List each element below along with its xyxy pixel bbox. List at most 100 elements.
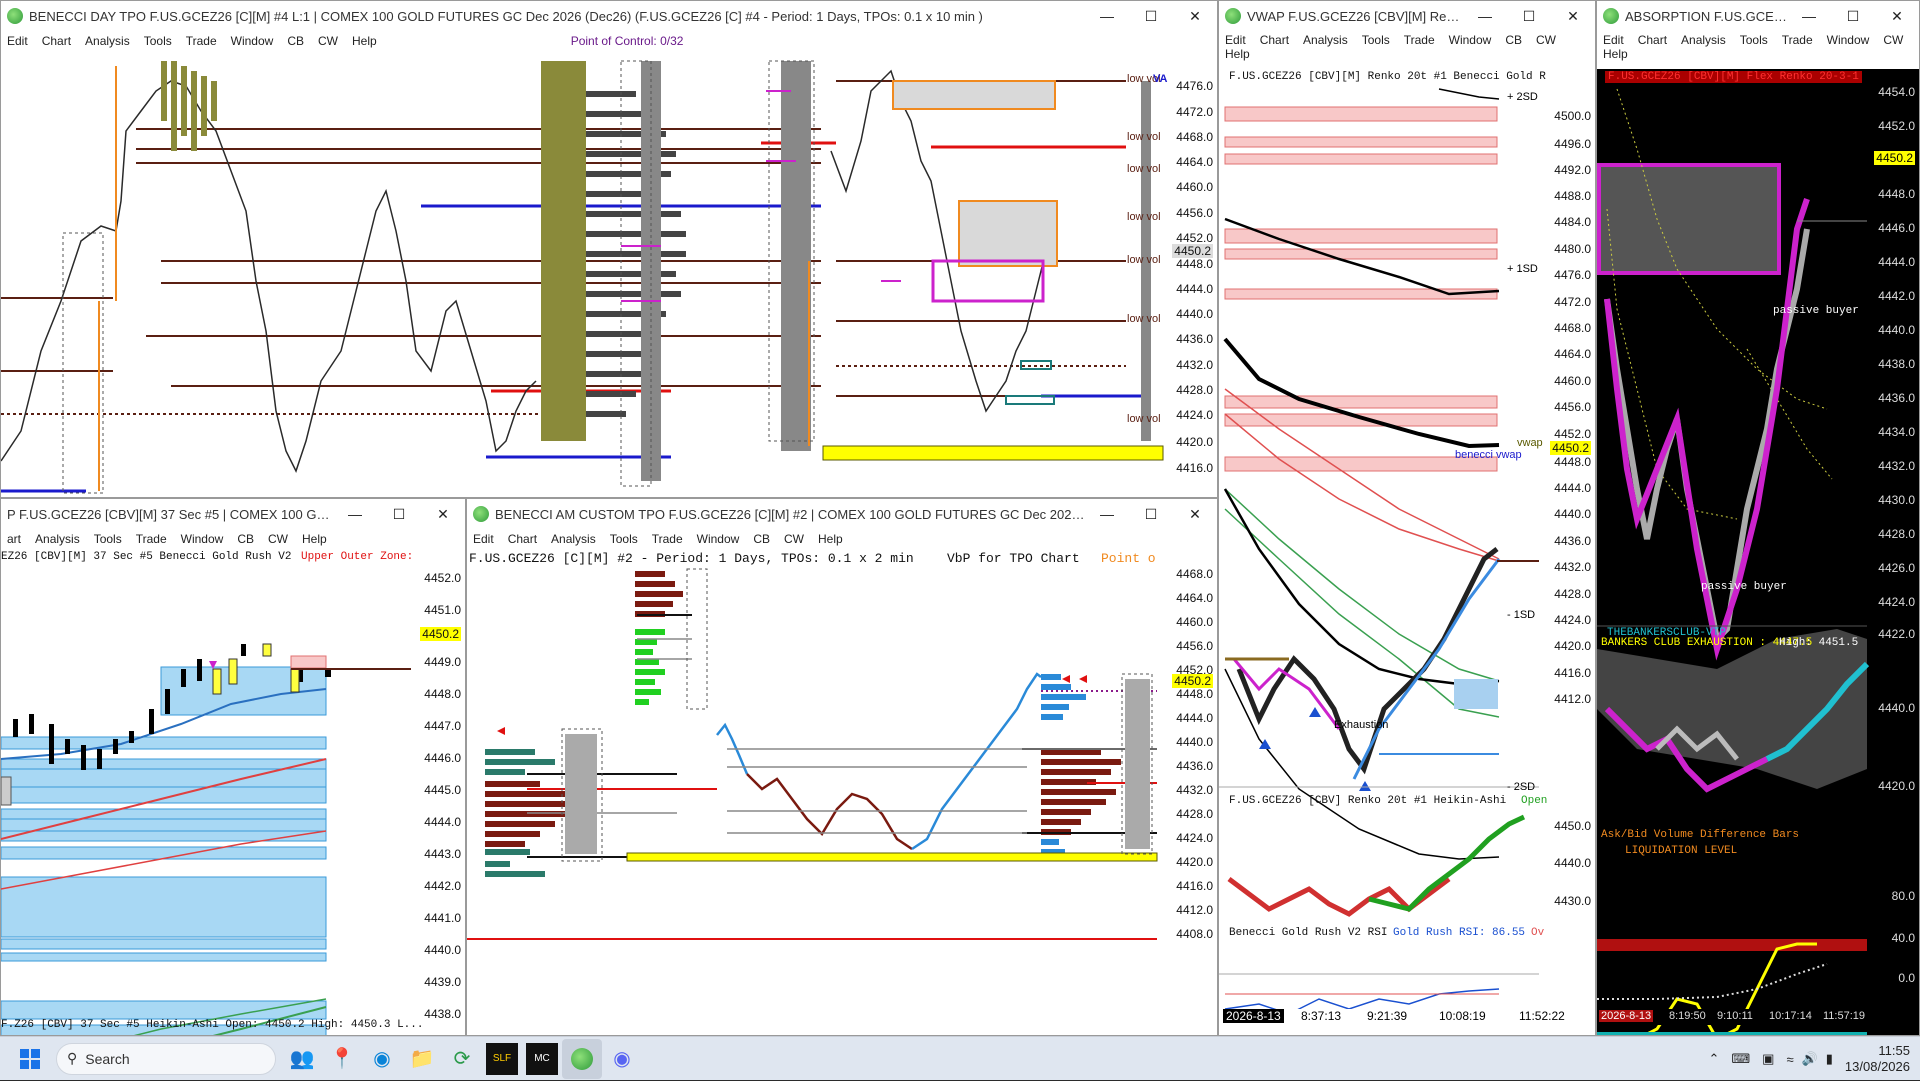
minimize-icon[interactable]: — <box>333 506 377 522</box>
clock[interactable]: 11:55 13/08/2026 <box>1845 1043 1910 1075</box>
menu-analysis[interactable]: Analysis <box>551 532 596 546</box>
minimize-icon[interactable]: — <box>1463 8 1507 24</box>
volume-icon[interactable]: 🔊 <box>1802 1051 1818 1067</box>
gray-zone-top <box>892 80 1056 110</box>
maps-icon[interactable]: 📍 <box>322 1039 362 1079</box>
menu-analysis[interactable]: Analysis <box>1303 33 1348 47</box>
keyboard-icon[interactable]: ⌨ <box>1731 1051 1750 1067</box>
price-axis[interactable]: 4500.0 4496.0 4492.0 4488.0 4484.0 4480.… <box>1539 69 1595 1035</box>
menu-window[interactable]: Window <box>231 34 274 48</box>
menu-help[interactable]: Help <box>352 34 377 48</box>
red-zone <box>290 655 327 669</box>
menu-window[interactable]: Window <box>1827 33 1870 47</box>
close-icon[interactable]: ✕ <box>421 506 465 523</box>
menu-cb[interactable]: CB <box>753 532 770 546</box>
menu-cw[interactable]: CW <box>1536 33 1556 47</box>
mc-app-icon[interactable]: MC <box>526 1042 558 1075</box>
price-axis[interactable]: 4452.0 4451.0 4450.2 4449.0 4448.0 4447.… <box>409 549 465 1035</box>
minimize-icon[interactable]: — <box>1085 506 1129 522</box>
edge-browser-icon[interactable]: ◉ <box>362 1039 402 1079</box>
absorption-titlebar[interactable]: ABSORPTION F.US.GCEZ26... — ☐ ✕ <box>1597 1 1919 31</box>
wifi-icon[interactable]: ≈ <box>1786 1052 1793 1067</box>
price-axis[interactable]: 4476.0 4472.0 4468.0 4464.0 4460.0 4456.… <box>1165 51 1217 497</box>
menu-cw[interactable]: CW <box>784 532 804 546</box>
maximize-icon[interactable]: ☐ <box>1831 8 1875 25</box>
close-icon[interactable]: ✕ <box>1173 8 1217 25</box>
slf-app-icon[interactable]: SLF <box>486 1042 518 1075</box>
menu-help[interactable]: Help <box>818 532 843 546</box>
vwap-titlebar[interactable]: VWAP F.US.GCEZ26 [CBV][M] Renko ... — ☐ … <box>1219 1 1595 31</box>
am-tpo-chart[interactable]: F.US.GCEZ26 [C][M] #2 - Period: 1 Days, … <box>467 549 1217 1035</box>
maximize-icon[interactable]: ☐ <box>1129 506 1173 523</box>
menu-cb[interactable]: CB <box>287 34 304 48</box>
menu-window[interactable]: Window <box>1449 33 1492 47</box>
globe-app-icon[interactable] <box>562 1038 602 1079</box>
absorption-zone <box>1597 163 1781 275</box>
menu-help[interactable]: Help <box>1225 47 1250 61</box>
sync-icon[interactable]: ⟳ <box>442 1039 482 1079</box>
display-icon[interactable]: ▣ <box>1762 1051 1774 1067</box>
menu-trade[interactable]: Trade <box>652 532 683 546</box>
menu-window[interactable]: Window <box>181 532 224 546</box>
maximize-icon[interactable]: ☐ <box>1129 8 1173 25</box>
day-tpo-titlebar[interactable]: BENECCI DAY TPO F.US.GCEZ26 [C][M] #4 L:… <box>1 1 1217 31</box>
menu-tools[interactable]: Tools <box>1740 33 1768 47</box>
menu-chart[interactable]: Chart <box>1638 33 1667 47</box>
windows-start-icon[interactable] <box>10 1039 50 1079</box>
battery-icon[interactable]: ▮ <box>1826 1051 1833 1067</box>
menu-chart[interactable]: art <box>7 532 21 546</box>
time-axis: 2026-8-13 8:37:13 9:21:39 10:08:19 11:52… <box>1219 1009 1595 1025</box>
search-box[interactable]: ⚲ Search <box>56 1042 276 1075</box>
folder-icon[interactable]: 📁 <box>402 1039 442 1079</box>
menu-edit[interactable]: Edit <box>473 532 494 546</box>
app-logo-icon <box>7 8 23 24</box>
maximize-icon[interactable]: ☐ <box>377 506 421 523</box>
chevron-up-icon[interactable]: ⌃ <box>1708 1051 1719 1067</box>
menu-analysis[interactable]: Analysis <box>85 34 130 48</box>
close-icon[interactable]: ✕ <box>1173 506 1217 523</box>
menu-analysis[interactable]: Analysis <box>1681 33 1726 47</box>
menu-help[interactable]: Help <box>302 532 327 546</box>
menu-tools[interactable]: Tools <box>144 34 172 48</box>
menu-cb[interactable]: CB <box>237 532 254 546</box>
menu-edit[interactable]: Edit <box>1603 33 1624 47</box>
rsi-title: Benecci Gold Rush V2 RSI <box>1229 927 1388 939</box>
menu-tools[interactable]: Tools <box>1362 33 1390 47</box>
price-axis[interactable]: 4468.0 4464.0 4460.0 4456.0 4452.0 4450.… <box>1161 549 1217 1035</box>
menu-cw[interactable]: CW <box>318 34 338 48</box>
absorption-chart[interactable]: F.US.GCEZ26 [CBV][M] Flex Renko 20-3-1 p… <box>1597 69 1919 1035</box>
menu-analysis[interactable]: Analysis <box>35 532 80 546</box>
menu-cw[interactable]: CW <box>1883 33 1903 47</box>
menu-chart[interactable]: Chart <box>42 34 71 48</box>
minimize-icon[interactable]: — <box>1787 8 1831 24</box>
close-icon[interactable]: ✕ <box>1551 8 1595 25</box>
menu-edit[interactable]: Edit <box>1225 33 1246 47</box>
poc-label: Point of Control: 0/32 <box>570 34 684 48</box>
files-icon[interactable]: 👥 <box>282 1039 322 1079</box>
menu-cw[interactable]: CW <box>268 532 288 546</box>
menu-window[interactable]: Window <box>697 532 740 546</box>
menu-chart[interactable]: Chart <box>508 532 537 546</box>
menu-cb[interactable]: CB <box>1505 33 1522 47</box>
maximize-icon[interactable]: ☐ <box>1507 8 1551 25</box>
menu-edit[interactable]: Edit <box>7 34 28 48</box>
liquidation-bar <box>1597 939 1867 951</box>
sec37-titlebar[interactable]: P F.US.GCEZ26 [CBV][M] 37 Sec #5 | COMEX… <box>1 499 465 529</box>
minimize-icon[interactable]: — <box>1085 8 1129 24</box>
discord-icon[interactable]: ◉ <box>602 1039 642 1079</box>
menu-chart[interactable]: Chart <box>1260 33 1289 47</box>
last-price-tag: 4450.2 <box>1550 441 1591 455</box>
menu-trade[interactable]: Trade <box>1404 33 1435 47</box>
menu-tools[interactable]: Tools <box>610 532 638 546</box>
vwap-chart[interactable]: F.US.GCEZ26 [CBV][M] Renko 20t #1 Benecc… <box>1219 69 1595 1035</box>
menu-trade[interactable]: Trade <box>136 532 167 546</box>
day-tpo-chart[interactable]: low vol low vol low vol low vol low vol … <box>1 51 1217 497</box>
price-axis[interactable]: 4454.0 4452.0 4450.2 4448.0 4446.0 4444.… <box>1867 69 1919 1035</box>
menu-trade[interactable]: Trade <box>186 34 217 48</box>
menu-tools[interactable]: Tools <box>94 532 122 546</box>
close-icon[interactable]: ✕ <box>1875 8 1919 25</box>
menu-help[interactable]: Help <box>1603 47 1628 61</box>
sec37-chart[interactable]: EZ26 [CBV][M] 37 Sec #5 Benecci Gold Rus… <box>1 549 465 1035</box>
menu-trade[interactable]: Trade <box>1782 33 1813 47</box>
am-tpo-titlebar[interactable]: BENECCI AM CUSTOM TPO F.US.GCEZ26 [C][M]… <box>467 499 1217 529</box>
